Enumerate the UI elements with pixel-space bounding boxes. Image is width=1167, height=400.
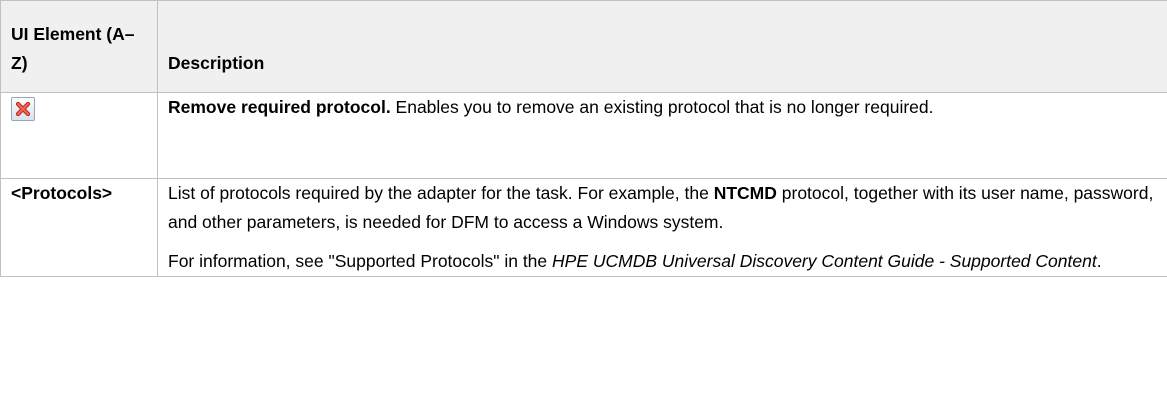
p2-text-after: . xyxy=(1096,251,1102,271)
guide-title: HPE UCMDB Universal Discovery Content Gu… xyxy=(552,251,1097,271)
remove-icon xyxy=(11,97,35,121)
ui-element-cell xyxy=(0,92,158,179)
ui-element-cell: <Protocols> xyxy=(0,178,158,277)
p1-bold-term: NTCMD xyxy=(713,183,777,203)
header-description: Description xyxy=(157,0,1167,93)
description-text: Remove required protocol. Enables you to… xyxy=(168,93,1157,122)
table-row: <Protocols> List of protocols required b… xyxy=(0,178,1167,277)
ui-elements-table: UI Element (A–Z) Description Remove requ… xyxy=(0,0,1167,277)
description-bold: Remove required protocol. xyxy=(168,97,391,117)
p1-text-before: List of protocols required by the adapte… xyxy=(168,183,714,203)
p2-text-before: For information, see "Supported Protocol… xyxy=(168,251,553,271)
description-cell: List of protocols required by the adapte… xyxy=(157,178,1167,277)
description-cell: Remove required protocol. Enables you to… xyxy=(157,92,1167,179)
header-ui-element: UI Element (A–Z) xyxy=(0,0,158,93)
description-body: Enables you to remove an existing protoc… xyxy=(390,97,934,117)
description-paragraph-2: For information, see "Supported Protocol… xyxy=(168,247,1157,276)
table-row: Remove required protocol. Enables you to… xyxy=(0,92,1167,179)
description-paragraph-1: List of protocols required by the adapte… xyxy=(168,179,1157,237)
header-row: UI Element (A–Z) Description xyxy=(0,0,1167,93)
